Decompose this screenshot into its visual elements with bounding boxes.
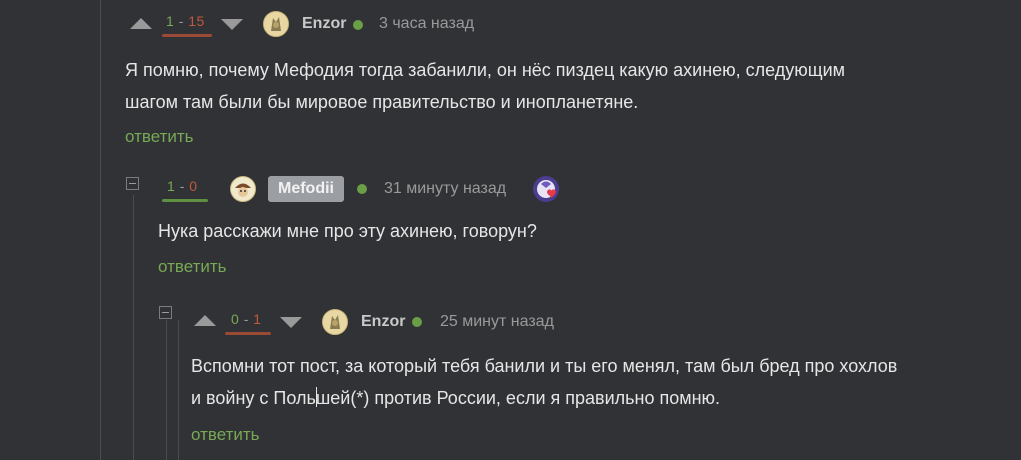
online-status-icon bbox=[353, 20, 363, 30]
vote-up-icon[interactable] bbox=[130, 18, 152, 29]
collapse-icon[interactable] bbox=[126, 177, 139, 190]
online-status-icon bbox=[412, 317, 422, 327]
reply-link[interactable]: ответить bbox=[191, 425, 260, 445]
comment-text-line: Я помню, почему Мефодия тогда забанили, … bbox=[125, 60, 846, 80]
comment-text-fragment: и войну с Поль bbox=[191, 388, 316, 408]
score-bar bbox=[162, 34, 212, 37]
reply-link[interactable]: ответить bbox=[125, 127, 194, 147]
comment-text-line: шагом там были бы мировое правительство … bbox=[125, 92, 639, 112]
score-minus: 0 bbox=[189, 178, 198, 194]
comment-text-line: Вспомни тот пост, за который тебя банили… bbox=[191, 356, 898, 376]
online-status-icon bbox=[357, 184, 367, 194]
reply-link[interactable]: ответить bbox=[158, 257, 227, 277]
avatar[interactable] bbox=[263, 11, 289, 37]
vote-up-icon[interactable] bbox=[194, 315, 216, 326]
avatar-image-icon bbox=[323, 310, 347, 334]
thread-line bbox=[166, 320, 167, 460]
score-separator: - bbox=[178, 13, 184, 29]
score-separator: - bbox=[243, 311, 249, 327]
comment-text: Вспомни тот пост, за который тебя банили… bbox=[191, 350, 991, 414]
comment-score: 1 - 15 bbox=[166, 13, 205, 29]
score-minus: 15 bbox=[188, 13, 205, 29]
comment-score: 0 - 1 bbox=[231, 311, 262, 327]
score-plus: 1 bbox=[167, 178, 176, 194]
thread-line bbox=[178, 320, 179, 460]
score-separator: - bbox=[179, 178, 185, 194]
collapse-icon[interactable] bbox=[159, 306, 172, 319]
score-bar bbox=[162, 199, 208, 202]
avatar[interactable] bbox=[230, 176, 256, 202]
comment-text: Нука расскажи мне про эту ахинею, говору… bbox=[158, 215, 978, 247]
author-name[interactable]: Enzor bbox=[302, 15, 346, 33]
comment-text-line: и войну с Польшей(*) против России, если… bbox=[191, 382, 991, 414]
score-plus: 0 bbox=[231, 311, 240, 327]
comment-score: 1 - 0 bbox=[167, 178, 198, 194]
author-name[interactable]: Mefodii bbox=[268, 176, 344, 202]
score-minus: 1 bbox=[253, 311, 262, 327]
score-plus: 1 bbox=[166, 13, 175, 29]
award-heart-icon[interactable] bbox=[532, 175, 562, 205]
avatar-image-icon bbox=[231, 177, 255, 201]
thread-line bbox=[133, 195, 134, 460]
author-name[interactable]: Enzor bbox=[361, 313, 405, 331]
comment-text-line: Нука расскажи мне про эту ахинею, говору… bbox=[158, 221, 537, 241]
vote-down-icon[interactable] bbox=[221, 19, 243, 30]
avatar-image-icon bbox=[264, 12, 288, 36]
comment-text: Я помню, почему Мефодия тогда забанили, … bbox=[125, 54, 985, 118]
score-bar bbox=[225, 332, 271, 335]
avatar[interactable] bbox=[322, 309, 348, 335]
comment-time[interactable]: 31 минуту назад bbox=[384, 180, 506, 198]
comment-time[interactable]: 25 минут назад bbox=[440, 313, 554, 331]
comment-time[interactable]: 3 часа назад bbox=[379, 15, 474, 33]
thread-line bbox=[100, 0, 101, 460]
vote-down-icon[interactable] bbox=[280, 317, 302, 328]
comment-text-fragment: шей(*) против России, если я правильно п… bbox=[315, 388, 721, 408]
